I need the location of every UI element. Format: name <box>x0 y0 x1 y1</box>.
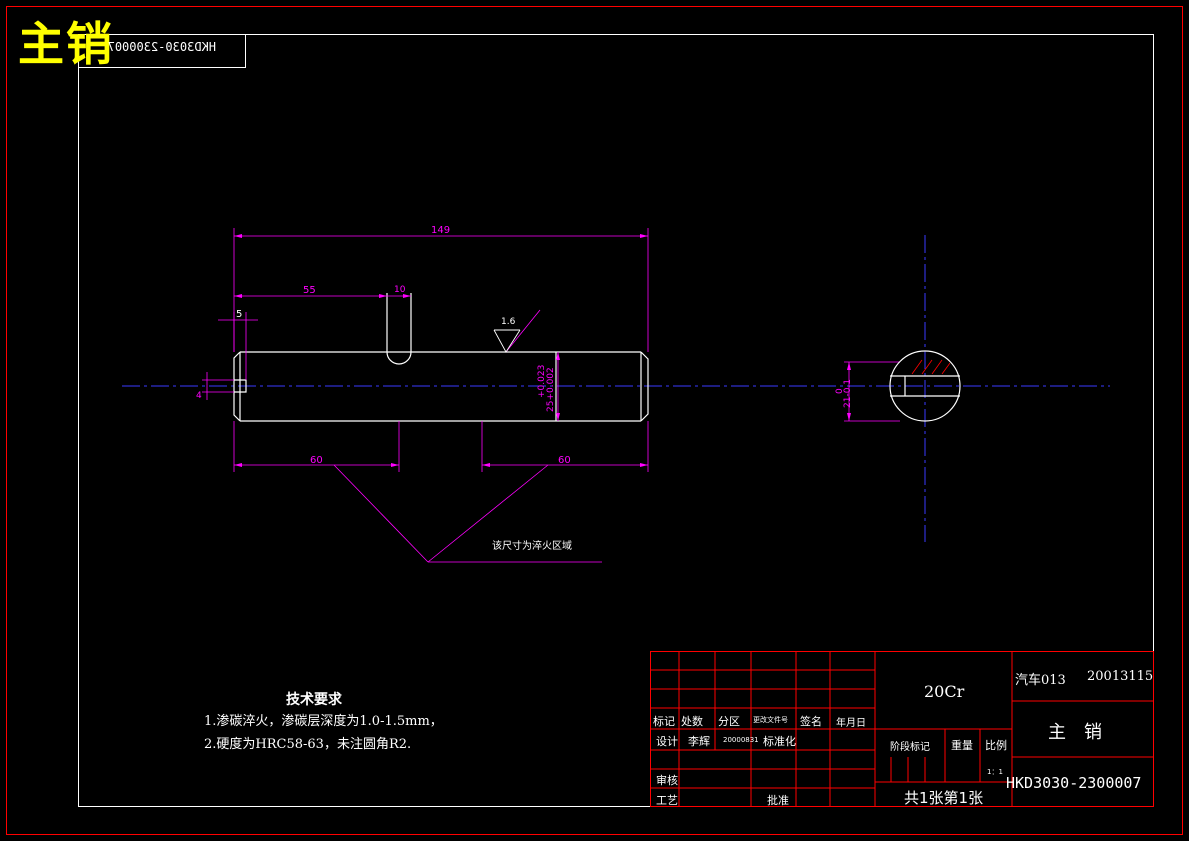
dim-overall-length: 149 <box>431 225 451 236</box>
tb-course: 汽车013 <box>1015 673 1066 688</box>
tb-mark: 标记 <box>653 715 675 728</box>
drawing-canvas <box>6 6 1183 835</box>
tb-process: 工艺 <box>656 794 678 807</box>
requirement-2: 2.硬度为HRC58-63，未注圆角R2. <box>204 737 412 752</box>
tb-change-doc: 更改文件号 <box>753 716 788 724</box>
tb-student-no: 20013115 <box>1087 669 1154 684</box>
tb-count: 处数 <box>681 715 703 728</box>
section-hatch <box>911 359 951 375</box>
tb-design: 设计 <box>656 735 678 748</box>
tb-sign: 签名 <box>800 715 822 728</box>
tb-part-name: 主 销 <box>1048 722 1102 743</box>
mirrored-drawing-code: HKD3030-2300007 <box>107 40 216 54</box>
tb-weight: 重量 <box>951 739 973 752</box>
tb-drawing-no: HKD3030-2300007 <box>1006 774 1142 792</box>
tb-design-date: 20000831 <box>723 736 759 744</box>
tb-approve: 批准 <box>767 794 789 807</box>
tb-scale: 1：1 <box>987 768 1003 776</box>
tb-date: 年月日 <box>836 718 866 729</box>
quench-note: 该尺寸为淬火区域 <box>492 541 572 552</box>
pin-body <box>233 293 649 422</box>
tb-stage: 阶段标记 <box>890 742 930 753</box>
arrowheads <box>234 234 851 467</box>
dim-55: 55 <box>303 285 316 296</box>
dim-10: 10 <box>394 285 406 295</box>
roughness-symbol <box>493 329 521 353</box>
drawing-title-large: 主销 <box>18 17 114 71</box>
tb-sheets: 共1张第1张 <box>904 789 984 807</box>
dim-4: 4 <box>196 391 202 401</box>
requirement-1: 1.渗碳淬火，渗碳层深度为1.0-1.5mm， <box>204 714 443 729</box>
section-dim: 21-0.1 <box>843 378 853 408</box>
dim-5: 5 <box>236 309 243 320</box>
tb-scale-label: 比例 <box>985 739 1007 752</box>
roughness-value: 1.6 <box>501 317 516 327</box>
requirements-heading: 技术要求 <box>286 692 342 708</box>
tb-material: 20Cr <box>924 682 965 701</box>
tolerance-main: 25+0.002 <box>546 367 556 412</box>
tb-review: 审核 <box>656 774 678 787</box>
dim-60-left: 60 <box>310 455 323 466</box>
dim-60-right: 60 <box>558 455 571 466</box>
tb-designer: 李辉 <box>688 735 710 748</box>
tb-zone: 分区 <box>718 715 740 728</box>
tb-standard: 标准化 <box>763 735 796 748</box>
